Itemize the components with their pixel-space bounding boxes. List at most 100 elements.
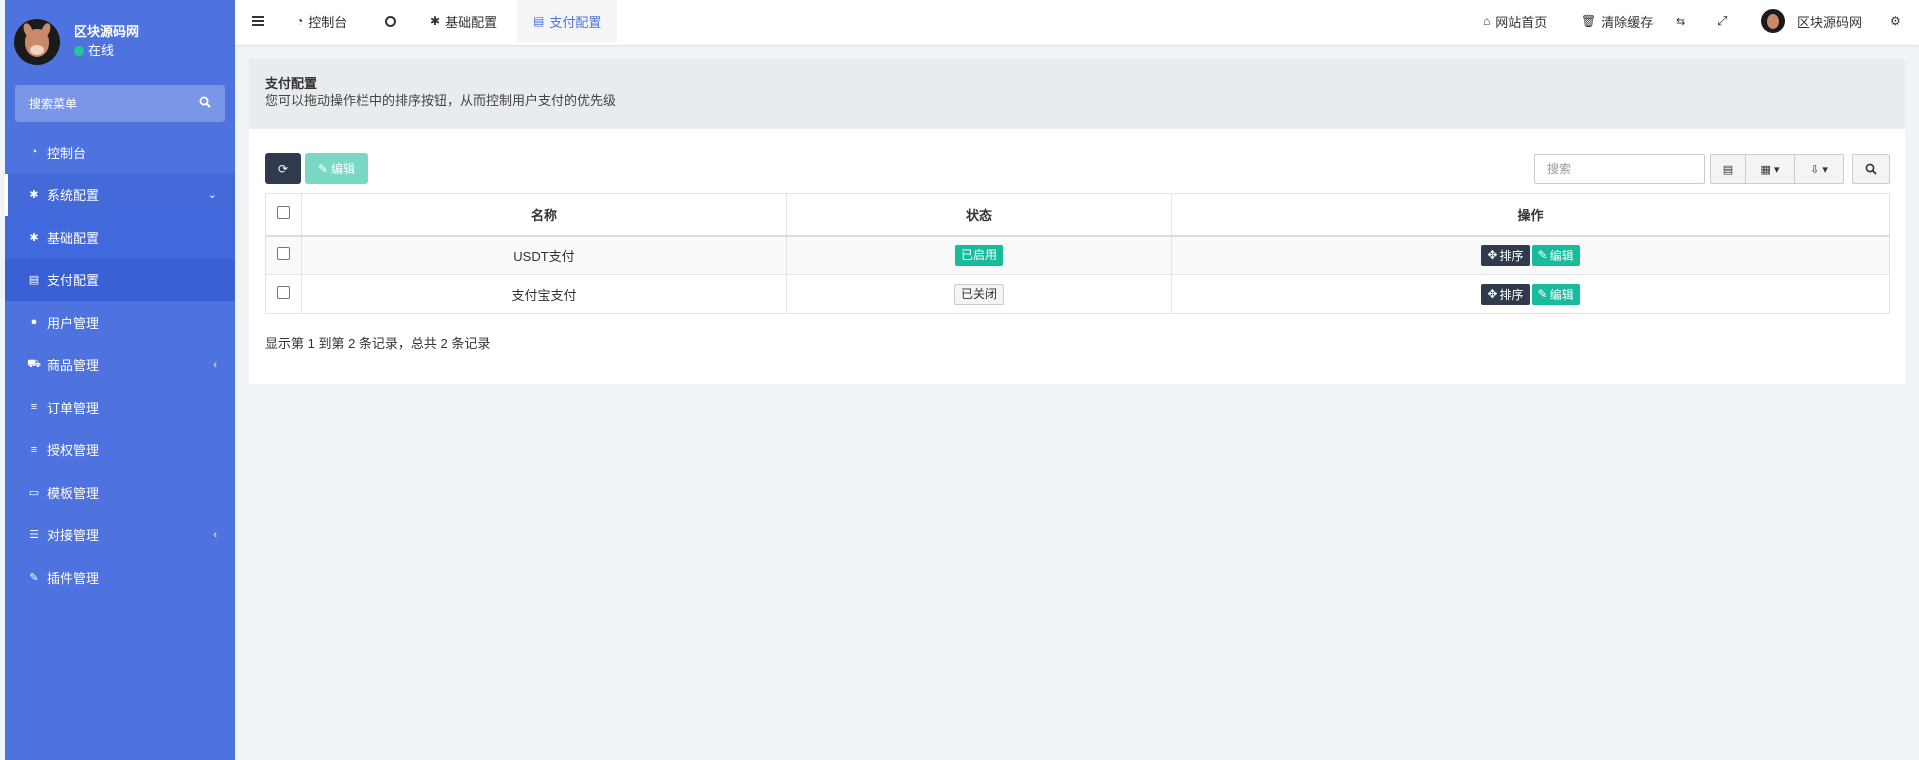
user-avatar[interactable] [14,19,60,65]
chevron-down-icon: ⌄ [207,189,217,202]
status-badge[interactable]: 已关闭 [953,283,1004,305]
sidebar-item-label: 对接管理 [47,528,100,544]
menu-toggle-icon[interactable] [252,0,264,42]
search-icon [1865,163,1877,175]
sidebar-item-label: 订单管理 [47,400,100,416]
sidebar-item-payment-config[interactable]: ▤ 支付配置 [5,258,235,301]
drag-move-icon: ✥ [1487,287,1498,301]
sort-button[interactable]: ✥ 排序 [1481,283,1530,305]
settings-icon[interactable]: ⚙ [1890,0,1901,42]
panel-description: 您可以拖动操作栏中的排序按钮，从而控制用户支付的优先级 [265,93,617,108]
clear-cache-link[interactable]: 🗑 清除缓存 [1581,0,1653,42]
export-button[interactable]: ⇩ ▾ [1794,154,1844,184]
table-row: 支付宝支付 已关闭 ✥ 排序 ✎ 编辑 [265,274,1890,314]
gear-icon: ✱ [29,231,39,244]
row-name: 支付宝支付 [301,274,787,314]
col-action: 操作 [1171,193,1890,237]
columns-button[interactable]: ▦ ▾ [1745,154,1795,184]
tab-label: 支付配置 [549,14,602,30]
refresh-button[interactable]: ⟳ [265,153,301,184]
tab-basic-config[interactable]: ✱ 基础配置 [430,0,497,42]
sidebar-item-users[interactable]: ● 用户管理 [5,301,235,344]
row-checkbox[interactable] [277,286,290,299]
row-status-cell: 已启用 [786,235,1172,275]
row-actions: ✥ 排序 ✎ 编辑 [1171,235,1890,275]
sliders-icon: ☰ [29,529,39,542]
row-edit-button[interactable]: ✎ 编辑 [1531,283,1580,305]
status-badge[interactable]: 已启用 [954,244,1003,266]
row-checkbox[interactable] [277,247,290,261]
edit-label: 编辑 [1549,248,1574,263]
sidebar-item-system-config[interactable]: ✱ 系统配置 ⌄ [5,173,235,216]
sidebar-item-label: 支付配置 [47,273,100,289]
sidebar-item-label: 用户管理 [47,315,100,331]
row-actions: ✥ 排序 ✎ 编辑 [1171,274,1890,314]
sidebar-item-licenses[interactable]: ≡ 授权管理 [5,429,235,472]
circle-icon [385,15,396,27]
pagination-summary: 显示第 1 到第 2 条记录，总共 2 条记录 [265,336,491,351]
tab-dashboard[interactable]: ◔ 控制台 [296,0,347,42]
user-name: 区块源码网 [74,24,140,39]
sidebar-item-dashboard[interactable]: ◔ 控制台 [5,131,235,174]
topbar: ◔ 控制台 ✱ 基础配置 ▤ 支付配置 ⌂ 网站首页 🗑 清除缓存 ⇆ ⤢ 区块… [235,0,1919,45]
chevron-left-icon: ‹ [213,358,217,371]
site-home-label: 网站首页 [1495,14,1548,30]
sidebar-item-label: 系统配置 [47,188,100,204]
online-dot-icon [74,46,84,56]
edit-button[interactable]: ✎ 编辑 [305,153,368,184]
panel-title: 支付配置 [265,76,318,91]
tab-payment-config[interactable]: ▤ 支付配置 [517,0,618,42]
pencil-icon: ✎ [1537,248,1548,263]
sidebar-item-templates[interactable]: ▭ 模板管理 [5,471,235,514]
select-all-checkbox[interactable] [277,206,290,220]
sort-button[interactable]: ✥ 排序 [1481,244,1530,266]
tab-label: 基础配置 [445,14,498,30]
user-panel: 区块源码网 在线 [14,18,139,66]
sidebar-item-basic-config[interactable]: ✱ 基础配置 [5,216,235,259]
pencil-icon: ✎ [317,161,329,176]
gear-icon: ✱ [430,14,441,28]
row-status-cell: 已关闭 [786,274,1172,314]
col-status[interactable]: 状态 [786,193,1172,237]
tab-label: 控制台 [308,14,348,30]
user-menu[interactable]: 区块源码网 [1761,0,1862,42]
sidebar-item-products[interactable]: ⛟ 商品管理 ‹ [5,344,235,387]
language-icon[interactable]: ⇆ [1676,0,1685,42]
col-name[interactable]: 名称 [301,193,787,237]
advanced-search-button[interactable] [1852,154,1890,184]
row-edit-button[interactable]: ✎ 编辑 [1531,244,1580,266]
trash-icon: 🗑 [1581,14,1597,28]
toggle-view-button[interactable]: ▤ [1710,154,1746,184]
sidebar-item-label: 授权管理 [47,443,100,459]
user-status-label: 在线 [88,43,115,58]
cart-icon: ⛟ [27,357,41,370]
sidebar-item-plugins[interactable]: ✎ 插件管理 [5,556,235,599]
panel-header: 支付配置 您可以拖动操作栏中的排序按钮，从而控制用户支付的优先级 [249,59,1905,129]
row-select-cell [265,235,302,275]
menu-search-input[interactable] [29,96,199,111]
sidebar-item-orders[interactable]: ≡ 订单管理 [5,386,235,429]
drag-move-icon: ✥ [1487,248,1498,263]
site-home-link[interactable]: ⌂ 网站首页 [1483,0,1547,42]
fullscreen-icon[interactable]: ⤢ [1717,0,1727,42]
row-name: USDT支付 [301,235,787,275]
sidebar-item-label: 插件管理 [47,570,100,586]
sidebar-item-label: 控制台 [47,145,87,161]
sort-label: 排序 [1499,287,1524,302]
sidebar-edge [0,0,5,760]
table-search-input[interactable] [1534,154,1705,184]
sidebar: 区块源码网 在线 ◔ 控制台 ✱ 系统配置 ⌄ ✱ 基础配置 ▤ 支付配置 [0,0,235,760]
refresh-icon: ⟳ [277,161,289,176]
tab-refresh[interactable] [385,0,396,42]
user-status: 在线 [74,41,139,61]
payment-config-panel: 支付配置 您可以拖动操作栏中的排序按钮，从而控制用户支付的优先级 ⟳ ✎ 编辑 … [249,59,1905,384]
row-select-cell [265,274,302,314]
chevron-left-icon: ‹ [213,528,217,541]
clear-cache-label: 清除缓存 [1601,14,1654,30]
search-icon[interactable] [199,96,211,111]
table-row: USDT支付 已启用 ✥ 排序 ✎ 编辑 [265,235,1890,275]
pencil-icon: ✎ [1537,287,1548,301]
sidebar-item-integrations[interactable]: ☰ 对接管理 ‹ [5,514,235,557]
home-icon: ⌂ [1483,14,1491,28]
table-icon: ▤ [533,14,545,28]
